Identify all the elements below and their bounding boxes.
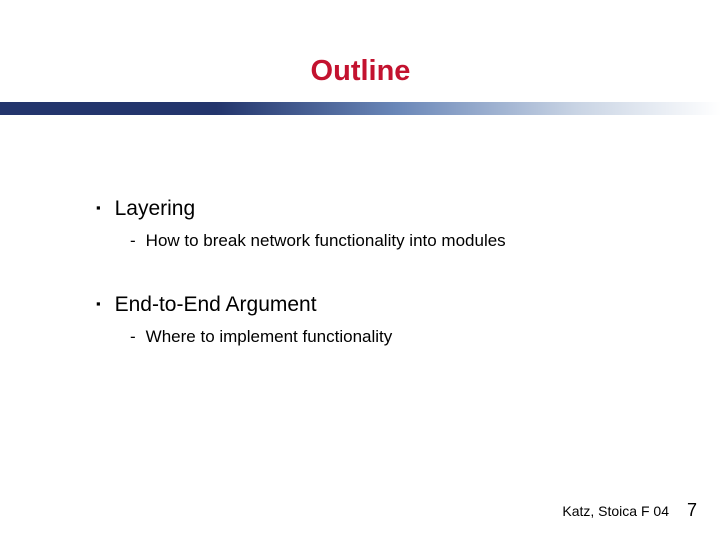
bullet-text: Layering	[115, 197, 196, 221]
content-area: ▪ Layering - How to break network functi…	[0, 115, 721, 347]
bullet-item: ▪ End-to-End Argument	[96, 293, 721, 317]
slide-title: Outline	[0, 0, 721, 102]
footer-author: Katz, Stoica F 04	[562, 503, 669, 519]
bullet-text: End-to-End Argument	[115, 293, 317, 317]
dash-bullet-icon: -	[130, 327, 136, 347]
dash-bullet-icon: -	[130, 231, 136, 251]
sub-bullet-text: How to break network functionality into …	[146, 231, 506, 251]
sub-bullet-item: - How to break network functionality int…	[96, 231, 721, 251]
sub-bullet-text: Where to implement functionality	[146, 327, 393, 347]
title-divider	[0, 102, 721, 115]
square-bullet-icon: ▪	[96, 297, 101, 310]
square-bullet-icon: ▪	[96, 201, 101, 214]
slide-footer: Katz, Stoica F 04 7	[562, 500, 697, 521]
bullet-item: ▪ Layering	[96, 197, 721, 221]
footer-page-number: 7	[687, 500, 697, 521]
sub-bullet-item: - Where to implement functionality	[96, 327, 721, 347]
